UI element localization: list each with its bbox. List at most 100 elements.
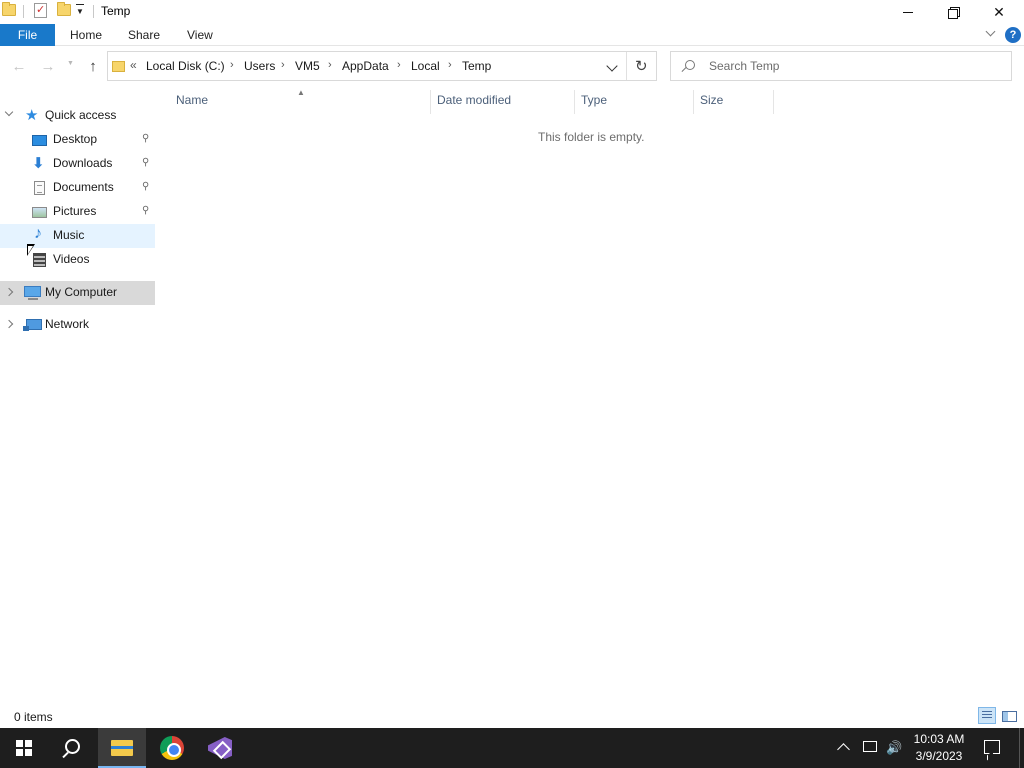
expand-ribbon-icon[interactable] xyxy=(985,28,997,40)
nav-item-downloads[interactable]: ⬇ Downloads ⚲ xyxy=(0,152,155,176)
volume-icon[interactable]: 🔊 xyxy=(886,740,902,756)
search-input[interactable] xyxy=(709,56,999,76)
search-icon xyxy=(685,60,695,70)
nav-item-videos[interactable]: Videos xyxy=(0,248,155,272)
restore-icon xyxy=(948,7,960,19)
breadcrumb-separator[interactable]: › xyxy=(230,59,234,71)
mouse-cursor-icon xyxy=(27,244,35,256)
breadcrumb-separator[interactable]: › xyxy=(281,59,285,71)
title-bar: ▼ Temp ✕ xyxy=(0,0,1024,24)
nav-item-music[interactable]: ♪ Music xyxy=(0,224,155,248)
navigation-pane: ★ Quick access Desktop ⚲ ⬇ Downloads ⚲ D… xyxy=(0,88,158,704)
show-hidden-icons-icon[interactable] xyxy=(837,743,850,756)
properties-icon[interactable] xyxy=(34,3,47,18)
restore-button[interactable] xyxy=(930,0,976,24)
up-button[interactable]: ↑ xyxy=(84,58,102,76)
nav-label: Network xyxy=(45,317,90,331)
breadcrumb-separator[interactable]: › xyxy=(328,59,332,71)
music-icon: ♪ xyxy=(34,225,42,242)
item-count: 0 items xyxy=(14,710,53,724)
breadcrumb-temp[interactable]: Temp xyxy=(462,59,491,73)
breadcrumb-separator[interactable]: › xyxy=(397,59,401,71)
tab-view[interactable]: View xyxy=(187,24,213,46)
visual-studio-taskbar-icon[interactable] xyxy=(197,728,245,768)
nav-label: Quick access xyxy=(45,108,117,122)
nav-item-desktop[interactable]: Desktop ⚲ xyxy=(0,128,155,152)
breadcrumb-local[interactable]: Local xyxy=(411,59,440,73)
search-box[interactable] xyxy=(670,51,1012,81)
chrome-taskbar-icon[interactable] xyxy=(148,728,196,768)
show-desktop-button[interactable] xyxy=(1019,728,1024,768)
empty-folder-message: This folder is empty. xyxy=(538,130,645,144)
expand-arrow-icon[interactable] xyxy=(4,287,14,297)
nav-label: Downloads xyxy=(53,156,113,170)
address-bar[interactable]: « Local Disk (C:) › Users › VM5 › AppDat… xyxy=(107,51,657,81)
downloads-icon: ⬇ xyxy=(32,155,45,172)
nav-my-computer[interactable]: My Computer xyxy=(0,281,155,305)
minimize-icon xyxy=(903,11,913,13)
collapse-arrow-icon[interactable] xyxy=(4,107,14,117)
column-header-date-modified[interactable]: Date modified xyxy=(437,93,511,107)
file-explorer-taskbar-icon[interactable] xyxy=(98,728,146,768)
start-button[interactable] xyxy=(0,728,48,768)
nav-label: Videos xyxy=(53,252,90,266)
column-header-name[interactable]: Name xyxy=(176,93,208,107)
network-tray-icon[interactable] xyxy=(863,741,877,752)
system-clock[interactable]: 10:03 AM 3/9/2023 xyxy=(905,731,973,765)
pin-icon: ⚲ xyxy=(142,181,150,192)
column-divider[interactable] xyxy=(574,90,575,114)
folder-icon xyxy=(112,61,125,72)
clock-time: 10:03 AM xyxy=(913,732,965,746)
ribbon: File Home Share View ? xyxy=(0,24,1024,46)
pin-icon: ⚲ xyxy=(142,157,150,168)
column-header-size[interactable]: Size xyxy=(700,93,723,107)
back-button[interactable]: ← xyxy=(10,58,28,76)
recent-locations-dropdown-icon[interactable]: ▼ xyxy=(67,60,74,67)
column-divider[interactable] xyxy=(773,90,774,114)
tab-share[interactable]: Share xyxy=(128,24,160,46)
nav-label: Desktop xyxy=(53,132,98,146)
nav-quick-access[interactable]: ★ Quick access xyxy=(0,104,155,128)
column-header-type[interactable]: Type xyxy=(581,93,607,107)
minimize-button[interactable] xyxy=(885,0,931,24)
window-title: Temp xyxy=(101,4,131,18)
column-divider[interactable] xyxy=(430,90,431,114)
address-history-dropdown-icon[interactable] xyxy=(606,60,618,72)
close-button[interactable]: ✕ xyxy=(976,0,1022,24)
separator xyxy=(93,5,94,18)
overflow-breadcrumb[interactable]: « xyxy=(130,58,137,72)
pin-icon: ⚲ xyxy=(142,205,150,216)
forward-button[interactable]: → xyxy=(39,58,57,76)
nav-item-documents[interactable]: Documents ⚲ xyxy=(0,176,155,200)
large-icons-view-button[interactable] xyxy=(1000,707,1018,724)
pictures-icon xyxy=(32,207,47,218)
quick-access-toolbar-dropdown-icon[interactable]: ▼ xyxy=(76,4,84,16)
column-divider[interactable] xyxy=(693,90,694,114)
clock-date: 3/9/2023 xyxy=(915,749,963,763)
help-icon[interactable]: ? xyxy=(1005,27,1021,43)
details-view-button[interactable] xyxy=(978,707,996,724)
close-icon: ✕ xyxy=(993,3,1005,20)
tab-home[interactable]: Home xyxy=(70,24,102,46)
file-list[interactable]: ▲ Name Date modified Type Size This fold… xyxy=(158,88,1024,704)
breadcrumb-appdata[interactable]: AppData xyxy=(342,59,389,73)
taskbar-search-button[interactable] xyxy=(48,728,96,768)
nav-item-pictures[interactable]: Pictures ⚲ xyxy=(0,200,155,224)
breadcrumb-users[interactable]: Users xyxy=(244,59,275,73)
pin-icon: ⚲ xyxy=(142,133,150,144)
refresh-icon[interactable]: ↻ xyxy=(635,57,648,75)
sort-ascending-icon: ▲ xyxy=(297,88,305,97)
nav-label: My Computer xyxy=(45,285,118,299)
folder-icon xyxy=(2,2,16,16)
new-folder-icon[interactable] xyxy=(57,2,71,16)
documents-icon xyxy=(34,181,45,195)
breadcrumb-separator[interactable]: › xyxy=(448,59,452,71)
breadcrumb-local-disk[interactable]: Local Disk (C:) xyxy=(146,59,225,73)
notification-center-icon[interactable] xyxy=(984,740,1000,754)
breadcrumb-vm5[interactable]: VM5 xyxy=(295,59,320,73)
tab-file[interactable]: File xyxy=(0,24,55,46)
nav-label: Music xyxy=(53,228,85,242)
expand-arrow-icon[interactable] xyxy=(4,319,14,329)
divider xyxy=(626,52,627,80)
nav-network[interactable]: Network xyxy=(0,313,155,337)
